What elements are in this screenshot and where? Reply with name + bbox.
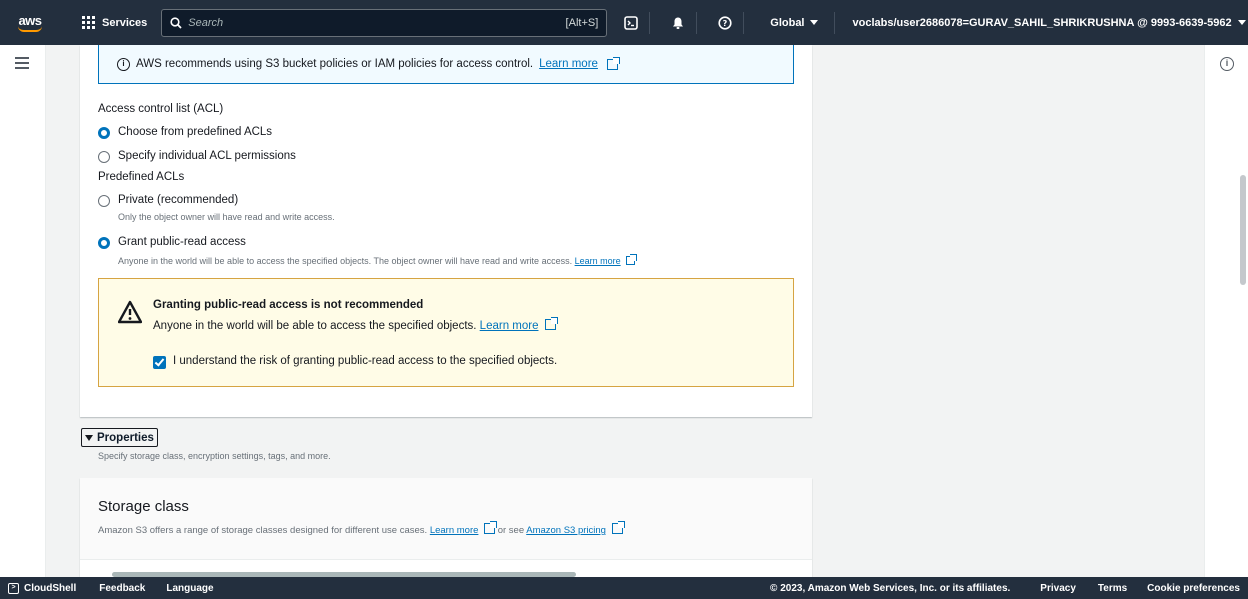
acl-heading: Access control list (ACL) <box>98 103 224 115</box>
info-icon: i <box>117 57 130 71</box>
menu-icon[interactable] <box>15 57 29 69</box>
warning-icon <box>118 300 142 324</box>
bell-icon <box>673 17 684 29</box>
nav-separator <box>833 11 835 34</box>
services-button[interactable]: Services <box>82 16 147 29</box>
notifications-button[interactable] <box>664 16 692 30</box>
radio-label: Specify individual ACL permissions <box>118 150 296 162</box>
grid-icon <box>82 16 95 29</box>
nav-separator <box>696 11 698 34</box>
external-link-icon <box>484 521 498 534</box>
feedback-link[interactable]: Feedback <box>99 583 145 594</box>
left-rail <box>0 45 46 577</box>
caret-down-icon <box>85 434 93 441</box>
properties-expander[interactable]: Properties <box>81 428 158 447</box>
radio-individual-acl[interactable] <box>98 151 110 163</box>
warning-title: Granting public-read access is not recom… <box>153 299 424 311</box>
info-panel-icon[interactable]: i <box>1220 57 1234 71</box>
external-link-icon <box>606 56 620 70</box>
storage-class-description: Amazon S3 offers a range of storage clas… <box>98 521 625 536</box>
external-link-icon <box>626 254 638 265</box>
s3-pricing-link[interactable]: Amazon S3 pricing <box>526 525 606 536</box>
aws-logo[interactable]: aws <box>0 0 60 45</box>
warning-learn-more-link[interactable]: Learn more <box>480 320 539 332</box>
warning-text: Anyone in the world will be able to acce… <box>153 317 558 332</box>
public-read-learn-more-link[interactable]: Learn more <box>575 256 621 266</box>
terminal-icon <box>624 15 639 30</box>
warning-alert <box>98 278 794 387</box>
page-scrollbar[interactable] <box>1240 175 1246 285</box>
external-link-icon <box>611 521 625 534</box>
info-alert: i AWS recommends using S3 bucket policie… <box>98 45 794 84</box>
external-link-icon <box>544 317 558 330</box>
predefined-acls-heading: Predefined ACLs <box>98 171 185 183</box>
info-learn-more-link[interactable]: Learn more <box>539 58 598 70</box>
aws-smile-icon <box>18 26 42 32</box>
radio-label: Private (recommended) <box>118 194 239 206</box>
footer: > CloudShell Feedback Language © 2023, A… <box>0 577 1248 599</box>
storage-class-header <box>80 478 812 560</box>
acknowledge-label: I understand the risk of granting public… <box>173 355 558 367</box>
radio-description: Anyone in the world will be able to acce… <box>118 254 638 266</box>
search-input[interactable]: Search [Alt+S] <box>161 8 608 37</box>
copyright-text: © 2023, Amazon Web Services, Inc. or its… <box>770 582 1011 594</box>
properties-description: Specify storage class, encryption settin… <box>98 451 331 461</box>
radio-public-read[interactable] <box>98 237 110 249</box>
language-link[interactable]: Language <box>166 583 213 594</box>
nav-separator <box>649 11 651 34</box>
radio-predefined-acls[interactable] <box>98 127 110 139</box>
radio-label: Grant public-read access <box>118 236 246 248</box>
svg-text:?: ? <box>723 19 728 28</box>
right-rail: i <box>1204 45 1248 577</box>
acknowledge-checkbox[interactable] <box>153 356 166 369</box>
storage-learn-more-link[interactable]: Learn more <box>430 525 479 536</box>
radio-description: Only the object owner will have read and… <box>118 212 335 222</box>
region-selector[interactable]: Global <box>770 17 818 29</box>
caret-down-icon <box>1237 20 1246 25</box>
radio-label: Choose from predefined ACLs <box>118 126 273 138</box>
terminal-icon: > <box>8 582 19 594</box>
caret-down-icon <box>809 20 818 25</box>
help-button[interactable]: ? <box>711 15 739 30</box>
account-menu[interactable]: voclabs/user2686078=GURAV_SAHIL_SHRIKRUS… <box>853 17 1246 29</box>
top-nav: aws Services Search [Alt+S] ? Global voc… <box>0 0 1248 45</box>
privacy-link[interactable]: Privacy <box>1040 583 1076 594</box>
cloudshell-button[interactable] <box>617 15 645 30</box>
help-icon: ? <box>718 15 732 30</box>
nav-separator <box>743 11 745 34</box>
radio-private[interactable] <box>98 195 110 207</box>
storage-class-title: Storage class <box>98 498 189 515</box>
search-icon <box>170 16 182 29</box>
cloudshell-footer-button[interactable]: > CloudShell <box>8 582 76 594</box>
terms-link[interactable]: Terms <box>1098 583 1127 594</box>
cookie-preferences-link[interactable]: Cookie preferences <box>1147 583 1240 594</box>
